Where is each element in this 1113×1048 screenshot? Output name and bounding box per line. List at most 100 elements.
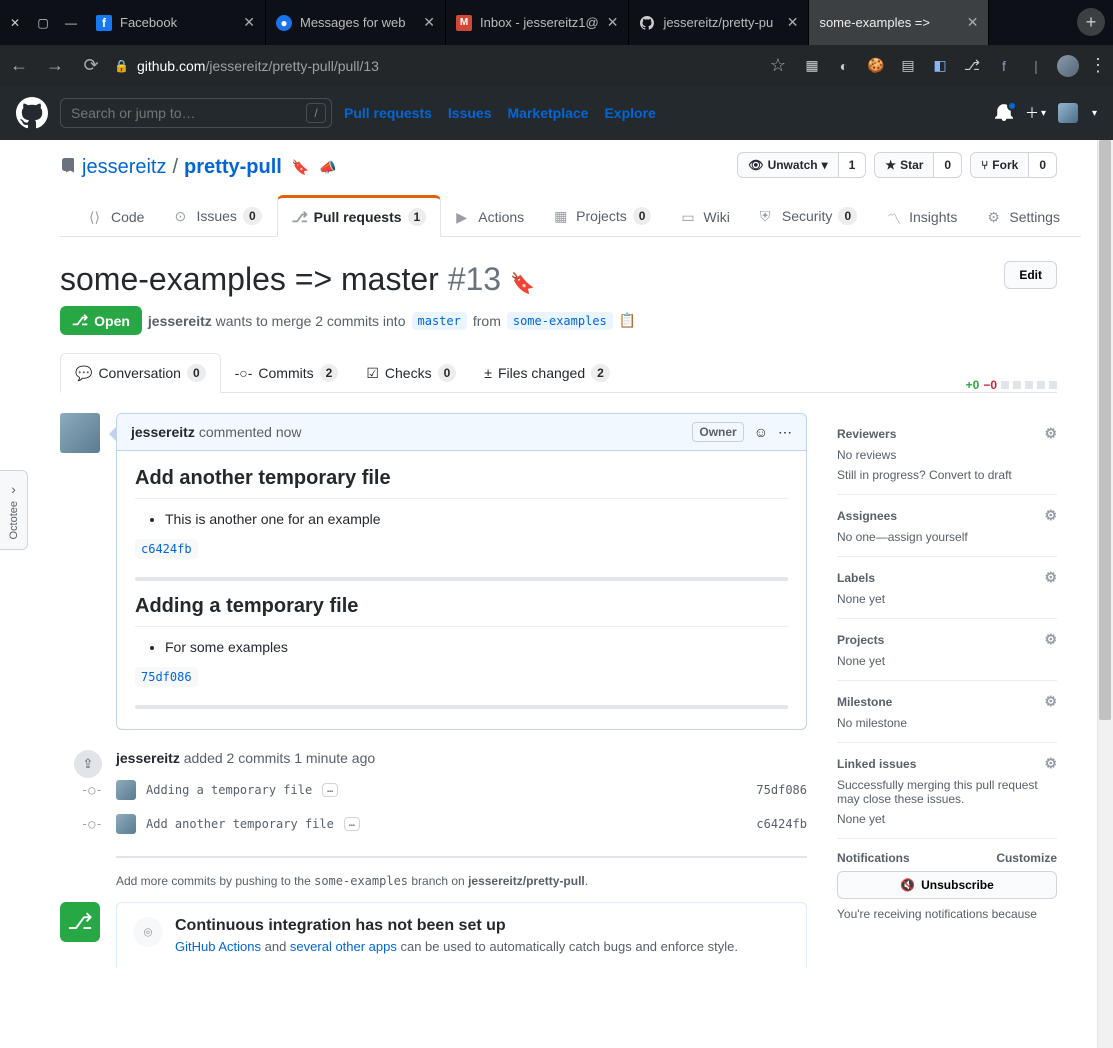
browser-tab-repo[interactable]: jessereitz/pretty-pu ✕ (629, 0, 809, 45)
nav-marketplace[interactable]: Marketplace (508, 105, 589, 121)
repo-name-link[interactable]: pretty-pull (184, 156, 282, 179)
new-tab-button[interactable]: + (1077, 8, 1105, 36)
sidebar-text: None yet (837, 592, 1057, 606)
github-logo[interactable] (16, 97, 48, 129)
comment-author[interactable]: jessereitz (131, 424, 195, 440)
star-button[interactable]: ★ Star (874, 152, 934, 178)
browser-tab-messages[interactable]: ● Messages for web ✕ (266, 0, 446, 45)
window-minimize-icon[interactable]: — (62, 14, 80, 32)
extensions-separator: | (1025, 55, 1047, 77)
facebook-icon: f (96, 15, 112, 31)
edit-button[interactable]: Edit (1004, 261, 1057, 289)
customize-link[interactable]: Customize (996, 851, 1057, 865)
commit-sha-link[interactable]: 75df086 (135, 667, 198, 687)
tab-commits[interactable]: -○-Commits2 (221, 354, 353, 392)
back-button[interactable]: ← (6, 53, 32, 79)
browser-tab-pr[interactable]: some-examples => ✕ (809, 0, 989, 45)
stars-count[interactable]: 0 (934, 152, 962, 178)
tab-settings[interactable]: ⚙Settings (972, 198, 1075, 236)
github-search-input[interactable] (60, 98, 332, 128)
fork-button[interactable]: ⑂ Fork (970, 152, 1029, 178)
gear-icon[interactable]: ⚙ (1044, 755, 1057, 772)
extension-icon[interactable]: ⎇ (961, 55, 983, 77)
base-branch[interactable]: master (412, 312, 467, 330)
unsubscribe-button[interactable]: 🔇Unsubscribe (837, 871, 1057, 899)
commit-row[interactable]: -○- Add another temporary file … c6424fb (116, 814, 807, 834)
comment-menu-icon[interactable]: ⋯ (778, 424, 792, 441)
copy-icon[interactable]: 📋 (619, 312, 636, 329)
notifications-button[interactable] (995, 103, 1013, 124)
chevron-right-icon: › (11, 481, 16, 497)
sidebar-text: None yet (837, 812, 1057, 826)
user-avatar[interactable] (1058, 103, 1078, 123)
repo-icon (60, 158, 76, 177)
extension-icon[interactable]: ▤ (897, 55, 919, 77)
other-apps-link[interactable]: several other apps (290, 939, 397, 954)
close-icon[interactable]: ✕ (787, 14, 799, 31)
profile-avatar[interactable] (1057, 55, 1079, 77)
bookmark-icon[interactable]: 🔖 (510, 273, 535, 295)
close-icon[interactable]: ✕ (423, 14, 435, 31)
scrollbar[interactable] (1097, 140, 1113, 1048)
watchers-count[interactable]: 1 (839, 152, 867, 178)
tab-files[interactable]: ±Files changed2 (470, 354, 624, 392)
close-icon[interactable]: ✕ (967, 14, 979, 31)
megaphone-icon[interactable]: 📣 (319, 159, 336, 176)
tab-checks[interactable]: ☑Checks0 (352, 354, 470, 392)
ellipsis-icon[interactable]: … (344, 817, 360, 831)
tab-pulls[interactable]: ⎇Pull requests1 (277, 195, 442, 237)
github-actions-link[interactable]: GitHub Actions (175, 939, 261, 954)
close-icon[interactable]: ✕ (243, 14, 255, 31)
convert-to-draft-link[interactable]: Still in progress? Convert to draft (837, 468, 1012, 482)
close-icon[interactable]: ✕ (607, 14, 619, 31)
bookmark-icon[interactable]: 🔖 (292, 159, 309, 176)
add-reaction-icon[interactable]: ☺ (754, 424, 768, 440)
gear-icon[interactable]: ⚙ (1044, 569, 1057, 586)
assign-yourself-link[interactable]: No one—assign yourself (837, 530, 968, 544)
commit-sha[interactable]: 75df086 (756, 783, 807, 797)
forks-count[interactable]: 0 (1029, 152, 1057, 178)
tab-wiki[interactable]: ▭Wiki (666, 198, 744, 236)
create-new-menu[interactable]: ＋▾ (1025, 103, 1046, 123)
nav-issues[interactable]: Issues (448, 105, 492, 121)
nav-explore[interactable]: Explore (604, 105, 655, 121)
tab-projects[interactable]: ▦Projects0 (539, 196, 666, 236)
avatar[interactable] (60, 413, 100, 453)
tab-conversation[interactable]: 💬Conversation0 (60, 353, 221, 393)
tab-code[interactable]: ⟨⟩Code (74, 198, 159, 236)
forward-button[interactable]: → (42, 53, 68, 79)
ellipsis-icon[interactable]: … (322, 783, 338, 797)
fork-group: ⑂ Fork 0 (970, 152, 1057, 178)
extension-icon[interactable]: 🍪 (865, 55, 887, 77)
browser-tab-facebook[interactable]: f Facebook ✕ (86, 0, 266, 45)
window-close-icon[interactable]: ✕ (6, 14, 24, 32)
messages-icon: ● (276, 15, 292, 31)
gear-icon[interactable]: ⚙ (1044, 693, 1057, 710)
octotree-toggle[interactable]: › Octotee (0, 470, 28, 550)
commit-sha[interactable]: c6424fb (756, 817, 807, 831)
gear-icon[interactable]: ⚙ (1044, 631, 1057, 648)
commit-row[interactable]: -○- Adding a temporary file … 75df086 (116, 780, 807, 800)
address-bar[interactable]: 🔒 github.com/jessereitz/pretty-pull/pull… (114, 58, 755, 74)
commit-sha-link[interactable]: c6424fb (135, 539, 198, 559)
gear-icon[interactable]: ⚙ (1044, 507, 1057, 524)
repo-owner-link[interactable]: jessereitz (82, 156, 166, 179)
tab-issues[interactable]: ⊙Issues0 (159, 196, 276, 236)
window-maximize-icon[interactable]: ▢ (34, 14, 52, 32)
head-branch[interactable]: some-examples (507, 312, 613, 330)
reload-button[interactable]: ⟳ (78, 53, 104, 79)
tab-insights[interactable]: 〽Insights (872, 198, 972, 236)
tab-security[interactable]: ⛨Security0 (745, 196, 872, 236)
gear-icon[interactable]: ⚙ (1044, 425, 1057, 442)
tab-actions[interactable]: ▶Actions (441, 198, 539, 236)
extension-icon[interactable]: ▦ (801, 55, 823, 77)
browser-menu[interactable]: ⋮ (1089, 55, 1107, 76)
extension-icon[interactable]: ◧ (929, 55, 951, 77)
browser-tab-gmail[interactable]: M Inbox - jessereitz1@ ✕ (446, 0, 629, 45)
star-icon[interactable]: ☆ (765, 53, 791, 79)
unwatch-button[interactable]: 👁 Unwatch ▾ (737, 152, 838, 178)
nav-pulls[interactable]: Pull requests (344, 105, 432, 121)
avatar (116, 780, 136, 800)
extension-icon[interactable]: ◐ (833, 55, 855, 77)
extension-icon[interactable]: f (993, 55, 1015, 77)
